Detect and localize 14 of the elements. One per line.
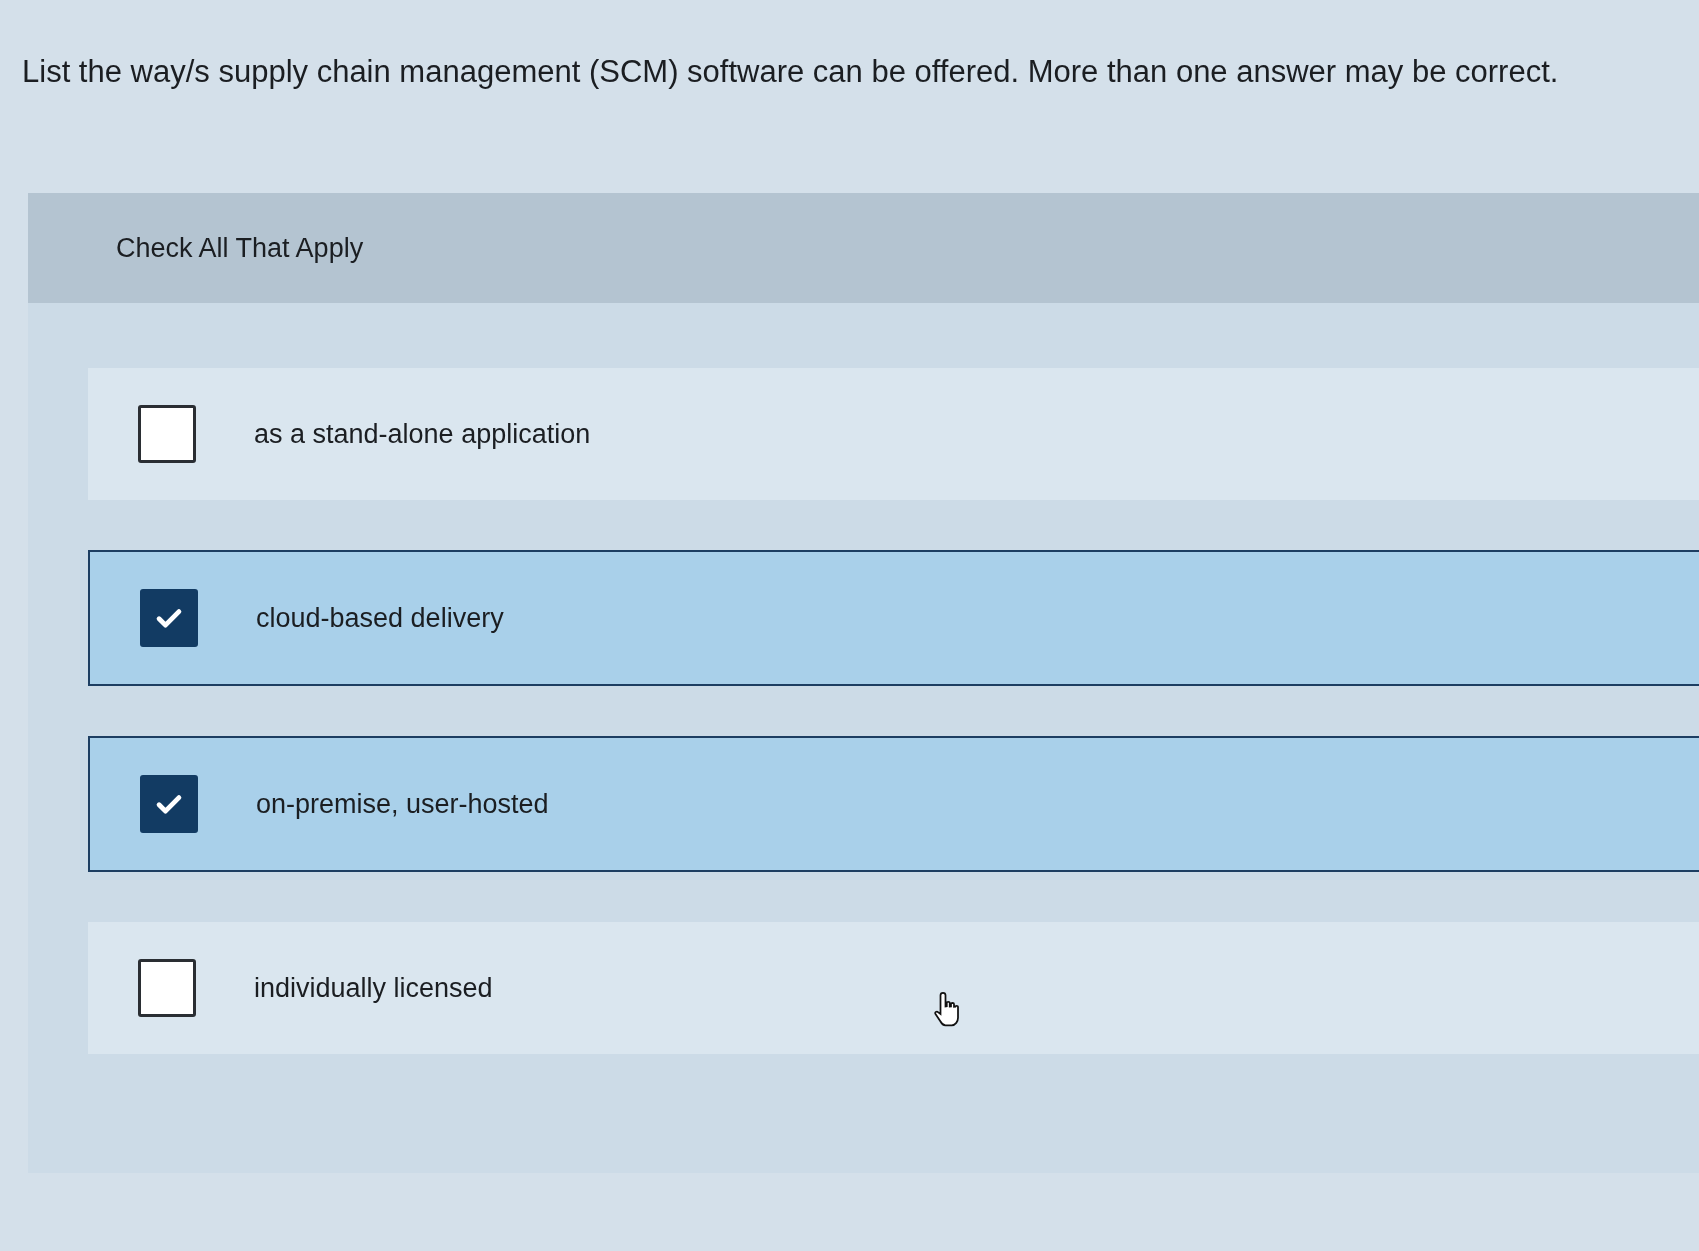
option-label: on-premise, user-hosted [256, 788, 549, 820]
option-label: cloud-based delivery [256, 602, 504, 634]
answer-option[interactable]: as a stand-alone application [88, 368, 1699, 500]
option-label: as a stand-alone application [254, 418, 591, 450]
checkbox[interactable] [140, 589, 198, 647]
checkbox[interactable] [140, 775, 198, 833]
question-text: List the way/s supply chain management (SCM) software can be offered. More than one answer may be correct. [22, 54, 1560, 90]
answer-option[interactable]: cloud-based delivery [88, 550, 1699, 686]
checkbox[interactable] [138, 959, 196, 1017]
instruction-text: Check All That Apply [116, 232, 364, 264]
option-label: individually licensed [254, 972, 493, 1004]
checkbox[interactable] [138, 405, 196, 463]
answer-option[interactable]: on-premise, user-hosted [88, 736, 1699, 872]
answer-option[interactable]: individually licensed [88, 922, 1699, 1054]
